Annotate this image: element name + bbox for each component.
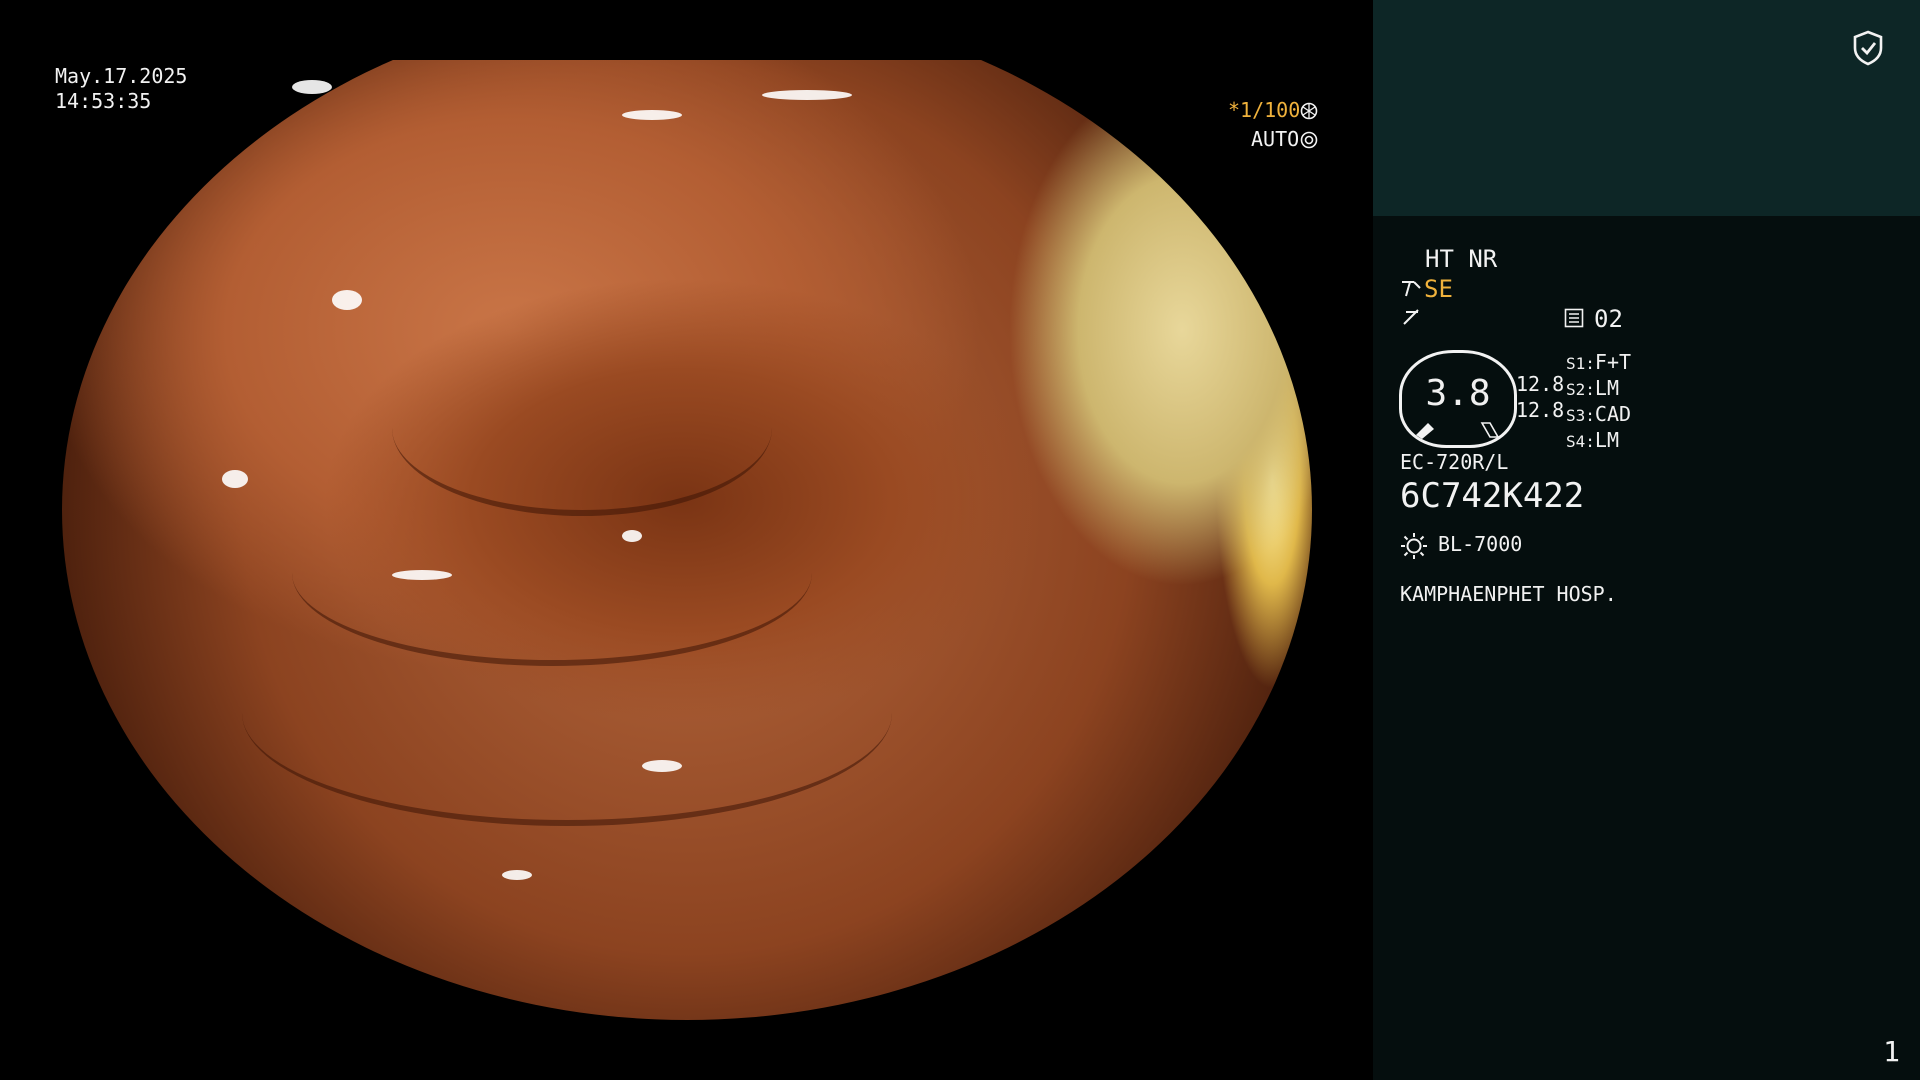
aperture-icon: [1300, 102, 1318, 120]
s-setting-item: S4:LM: [1566, 428, 1619, 452]
specular-highlight: [392, 570, 452, 580]
auto-iris-icon: [1300, 131, 1318, 149]
specular-highlight: [762, 90, 852, 100]
shield-check-icon: [1853, 30, 1883, 66]
memory-icon: [1564, 308, 1584, 328]
specular-highlight: [292, 80, 332, 94]
specular-highlight: [332, 290, 362, 310]
scope-image-frame: [0, 60, 1373, 1020]
specular-highlight: [222, 470, 248, 488]
gauge-value: 3.8: [1425, 373, 1491, 414]
scope-model-label: EC-720R/L: [1400, 450, 1509, 474]
page-number: 1: [1883, 1035, 1900, 1068]
readout-top: 12.8: [1516, 372, 1565, 396]
serial-number: 6C742K422: [1400, 476, 1585, 516]
mucosal-fold: [242, 600, 892, 826]
scope-tip-icon: [1402, 281, 1421, 297]
endoscopic-image: [62, 60, 1312, 1020]
zoom-gauge: 3.8: [1399, 350, 1517, 448]
specular-highlight: [622, 110, 682, 120]
hospital-label: KAMPHAENPHET HOSP.: [1400, 582, 1617, 606]
specular-highlight: [642, 760, 682, 772]
s-setting-item: S1:F+T: [1566, 350, 1632, 374]
readout-bottom: 12.8: [1516, 398, 1565, 422]
gauge-markers: [1416, 422, 1500, 439]
time-label: 14:53:35: [55, 89, 152, 113]
s-setting-item: S2:LM: [1566, 376, 1619, 400]
freeze-icon: [1403, 309, 1419, 325]
light-source-icon: [1401, 533, 1427, 559]
specular-highlight: [502, 870, 532, 880]
endoscope-view: [0, 0, 1373, 1080]
info-panel-header: [1373, 0, 1920, 216]
auto-label: AUTO: [1251, 127, 1300, 151]
mode-label: HT NR: [1425, 245, 1498, 273]
specular-highlight: [622, 530, 642, 542]
light-source-label: BL-7000: [1438, 532, 1523, 556]
date-label: May.17.2025: [55, 64, 188, 88]
s-settings-list: S1:F+T S2:LM S3:CAD S4:LM: [1566, 350, 1631, 454]
channel-label: 02: [1594, 305, 1623, 333]
shutter-speed-label: *1/100: [1228, 98, 1301, 122]
s-setting-item: S3:CAD: [1566, 402, 1632, 426]
se-label: SE: [1424, 275, 1453, 303]
